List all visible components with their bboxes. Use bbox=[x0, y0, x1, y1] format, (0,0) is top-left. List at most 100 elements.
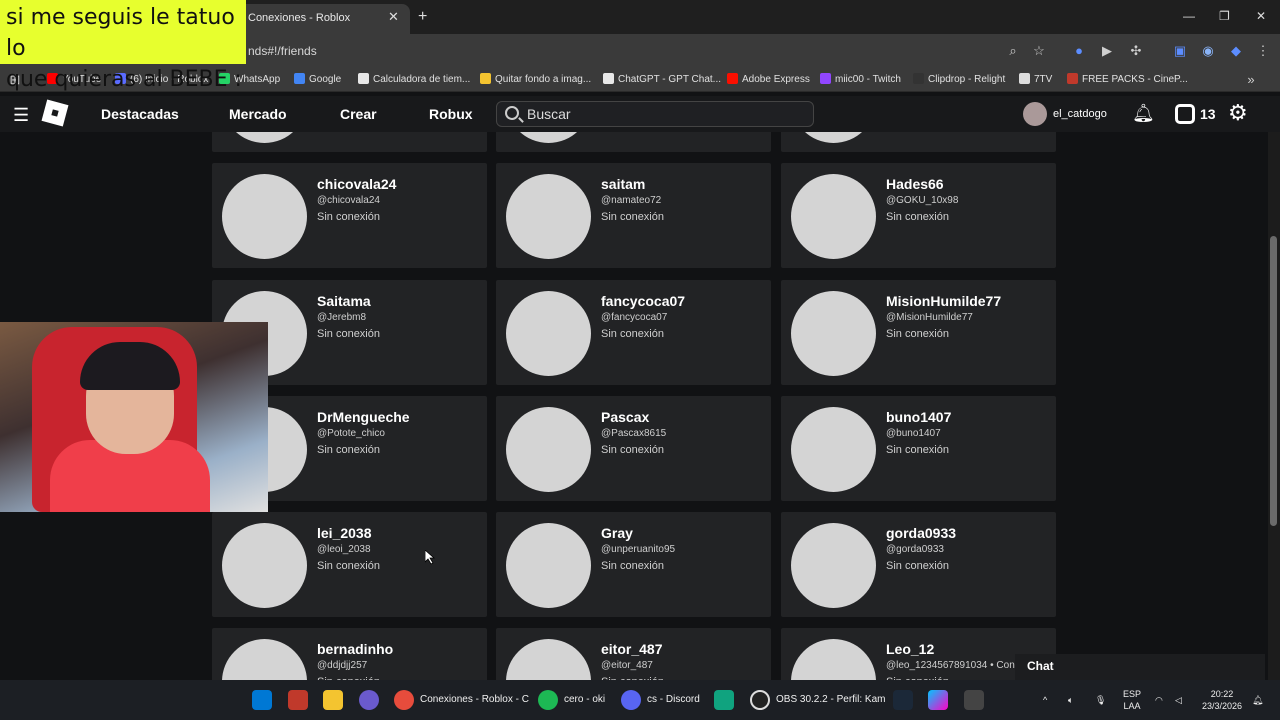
start-windows-icon[interactable] bbox=[252, 690, 272, 710]
friend-name[interactable]: Pascax bbox=[601, 409, 649, 425]
more-bookmarks-icon[interactable]: » bbox=[1242, 71, 1260, 89]
tray-chevron-icon[interactable]: ^ bbox=[1043, 694, 1047, 706]
close-window-icon[interactable]: ✕ bbox=[1256, 9, 1266, 23]
friend-name[interactable]: chicovala24 bbox=[317, 176, 396, 192]
roblox-logo-icon[interactable] bbox=[41, 99, 69, 127]
friend-name[interactable]: MisionHumilde77 bbox=[886, 293, 1001, 309]
spotify-icon[interactable] bbox=[538, 690, 558, 710]
friend-card[interactable]: Gray @unperuanito95 Sin conexión bbox=[496, 512, 771, 617]
friend-name[interactable]: bernadinho bbox=[317, 641, 393, 657]
robux-icon[interactable] bbox=[1175, 104, 1195, 124]
friend-card[interactable]: eitor_487@eitor_487Sin conexión bbox=[496, 628, 771, 680]
bookmark-item[interactable]: miic00 - Twitch bbox=[820, 73, 901, 85]
language-indicator[interactable]: ESP LAA bbox=[1120, 688, 1144, 712]
bookmark-item[interactable]: ChatGPT - GPT Chat... bbox=[603, 73, 721, 85]
friend-card[interactable]: bernadinho@ddjdjj257Sin conexión bbox=[212, 628, 487, 680]
speaker-icon[interactable]: ◁ bbox=[1175, 694, 1182, 706]
nav-robux[interactable]: Robux bbox=[429, 106, 473, 122]
nav-destacadas[interactable]: Destacadas bbox=[101, 106, 179, 122]
nav-crear[interactable]: Crear bbox=[340, 106, 377, 122]
friend-name[interactable]: saitam bbox=[601, 176, 645, 192]
sidebar-icon[interactable]: ▣ bbox=[1171, 42, 1189, 60]
username-label[interactable]: el_catdogo bbox=[1053, 108, 1107, 120]
app-icon[interactable] bbox=[288, 690, 308, 710]
volume-icon[interactable]: 🔈︎ bbox=[1068, 694, 1073, 706]
app-icon[interactable] bbox=[359, 690, 379, 710]
new-tab-icon[interactable]: + bbox=[418, 8, 427, 26]
bookmark-item[interactable]: 7TV bbox=[1019, 73, 1052, 85]
friend-card[interactable]: lei_2038 @leoi_2038 Sin conexión bbox=[212, 512, 487, 617]
menu-dots-icon[interactable]: ⋮ bbox=[1254, 42, 1272, 60]
bell-icon[interactable]: 🔔︎ bbox=[1132, 103, 1155, 124]
friend-name[interactable]: Saitama bbox=[317, 293, 371, 309]
friend-name[interactable]: DrMengueche bbox=[317, 409, 410, 425]
chatgpt-icon[interactable] bbox=[714, 690, 734, 710]
friend-card[interactable] bbox=[781, 132, 1056, 152]
bookmark-item[interactable]: Calculadora de tiem... bbox=[358, 73, 470, 85]
file-explorer-icon[interactable] bbox=[323, 690, 343, 710]
friend-card[interactable]: buno1407 @buno1407 Sin conexión bbox=[781, 396, 1056, 501]
microphone-icon[interactable]: 🎙︎ bbox=[1095, 694, 1106, 706]
app-icon[interactable] bbox=[964, 690, 984, 710]
tab-active[interactable]: Conexiones - Roblox bbox=[238, 4, 410, 34]
clock[interactable]: 20:22 23/3/2026 bbox=[1196, 688, 1248, 712]
hamburger-menu-icon[interactable]: ☰ bbox=[13, 105, 29, 126]
friend-card[interactable] bbox=[496, 132, 771, 152]
taskbar-app-label[interactable]: Conexiones - Roblox - C bbox=[420, 694, 529, 705]
notification-bell-icon[interactable]: 🔔︎ bbox=[1252, 694, 1263, 706]
search-box[interactable] bbox=[496, 101, 814, 127]
friend-status: Sin conexión bbox=[317, 444, 380, 456]
bookmark-item[interactable]: FREE PACKS - CineP... bbox=[1067, 73, 1188, 85]
extension-icon[interactable]: ▶ bbox=[1098, 42, 1116, 60]
discord-icon[interactable] bbox=[621, 690, 641, 710]
friend-name[interactable]: Gray bbox=[601, 525, 633, 541]
friend-name[interactable]: Hades66 bbox=[886, 176, 944, 192]
maximize-icon[interactable]: ❐ bbox=[1219, 9, 1230, 23]
avatar[interactable] bbox=[1023, 102, 1047, 126]
friend-handle: @fancycoca07 bbox=[601, 312, 668, 323]
friend-card[interactable]: fancycoca07 @fancycoca07 Sin conexión bbox=[496, 280, 771, 385]
friend-name[interactable]: Leo_12 bbox=[886, 641, 934, 657]
bookmark-star-icon[interactable]: ☆ bbox=[1030, 42, 1048, 60]
friend-name[interactable]: fancycoca07 bbox=[601, 293, 685, 309]
friend-card[interactable]: saitam @namateo72 Sin conexión bbox=[496, 163, 771, 268]
obs-icon[interactable] bbox=[750, 690, 770, 710]
bookmark-item[interactable]: Adobe Express bbox=[727, 73, 810, 85]
chrome-icon[interactable] bbox=[394, 690, 414, 710]
friend-name[interactable]: eitor_487 bbox=[601, 641, 662, 657]
chat-bar[interactable]: Chat bbox=[1015, 654, 1265, 680]
friend-card[interactable]: gorda0933 @gorda0933 Sin conexión bbox=[781, 512, 1056, 617]
minimize-icon[interactable]: — bbox=[1183, 9, 1195, 23]
search-input[interactable] bbox=[527, 106, 787, 122]
bookmark-item[interactable]: Quitar fondo a imag... bbox=[480, 73, 591, 85]
copilot-icon[interactable] bbox=[928, 690, 948, 710]
friend-avatar bbox=[791, 174, 876, 259]
extension-icon[interactable]: ● bbox=[1070, 42, 1088, 60]
friend-card[interactable]: Pascax @Pascax8615 Sin conexión bbox=[496, 396, 771, 501]
url-field[interactable]: nds#!/friends bbox=[248, 44, 317, 58]
scrollbar-thumb[interactable] bbox=[1270, 236, 1277, 526]
zoom-icon[interactable]: ⌕ bbox=[1004, 42, 1022, 60]
taskbar-app-label[interactable]: OBS 30.2.2 - Perfil: Kam bbox=[776, 694, 886, 705]
friend-card[interactable]: Hades66 @GOKU_10x98 Sin conexión bbox=[781, 163, 1056, 268]
steam-icon[interactable] bbox=[893, 690, 913, 710]
taskbar-app-label[interactable]: cero - oki bbox=[564, 694, 605, 705]
page-scrollbar[interactable] bbox=[1268, 132, 1280, 680]
friend-card[interactable] bbox=[212, 132, 487, 152]
friend-handle: @eitor_487 bbox=[601, 660, 653, 671]
nav-mercado[interactable]: Mercado bbox=[229, 106, 287, 122]
settings-gear-icon[interactable]: ⚙ bbox=[1228, 100, 1248, 126]
tab-close-icon[interactable]: ✕ bbox=[388, 9, 399, 25]
friend-card[interactable]: chicovala24 @chicovala24 Sin conexión bbox=[212, 163, 487, 268]
wifi-icon[interactable]: ◠ bbox=[1155, 694, 1163, 706]
profile-icon[interactable]: ◉ bbox=[1199, 42, 1217, 60]
friend-name[interactable]: lei_2038 bbox=[317, 525, 372, 541]
extensions-puzzle-icon[interactable]: ✣ bbox=[1127, 42, 1145, 60]
bookmark-item[interactable]: Google bbox=[294, 73, 341, 85]
bookmark-item[interactable]: Clipdrop - Relight bbox=[913, 73, 1005, 85]
extension-icon[interactable]: ◆ bbox=[1227, 42, 1245, 60]
friend-name[interactable]: buno1407 bbox=[886, 409, 951, 425]
friend-name[interactable]: gorda0933 bbox=[886, 525, 956, 541]
taskbar-app-label[interactable]: cs - Discord bbox=[647, 694, 700, 705]
friend-card[interactable]: MisionHumilde77 @MisionHumilde77 Sin conex… bbox=[781, 280, 1056, 385]
